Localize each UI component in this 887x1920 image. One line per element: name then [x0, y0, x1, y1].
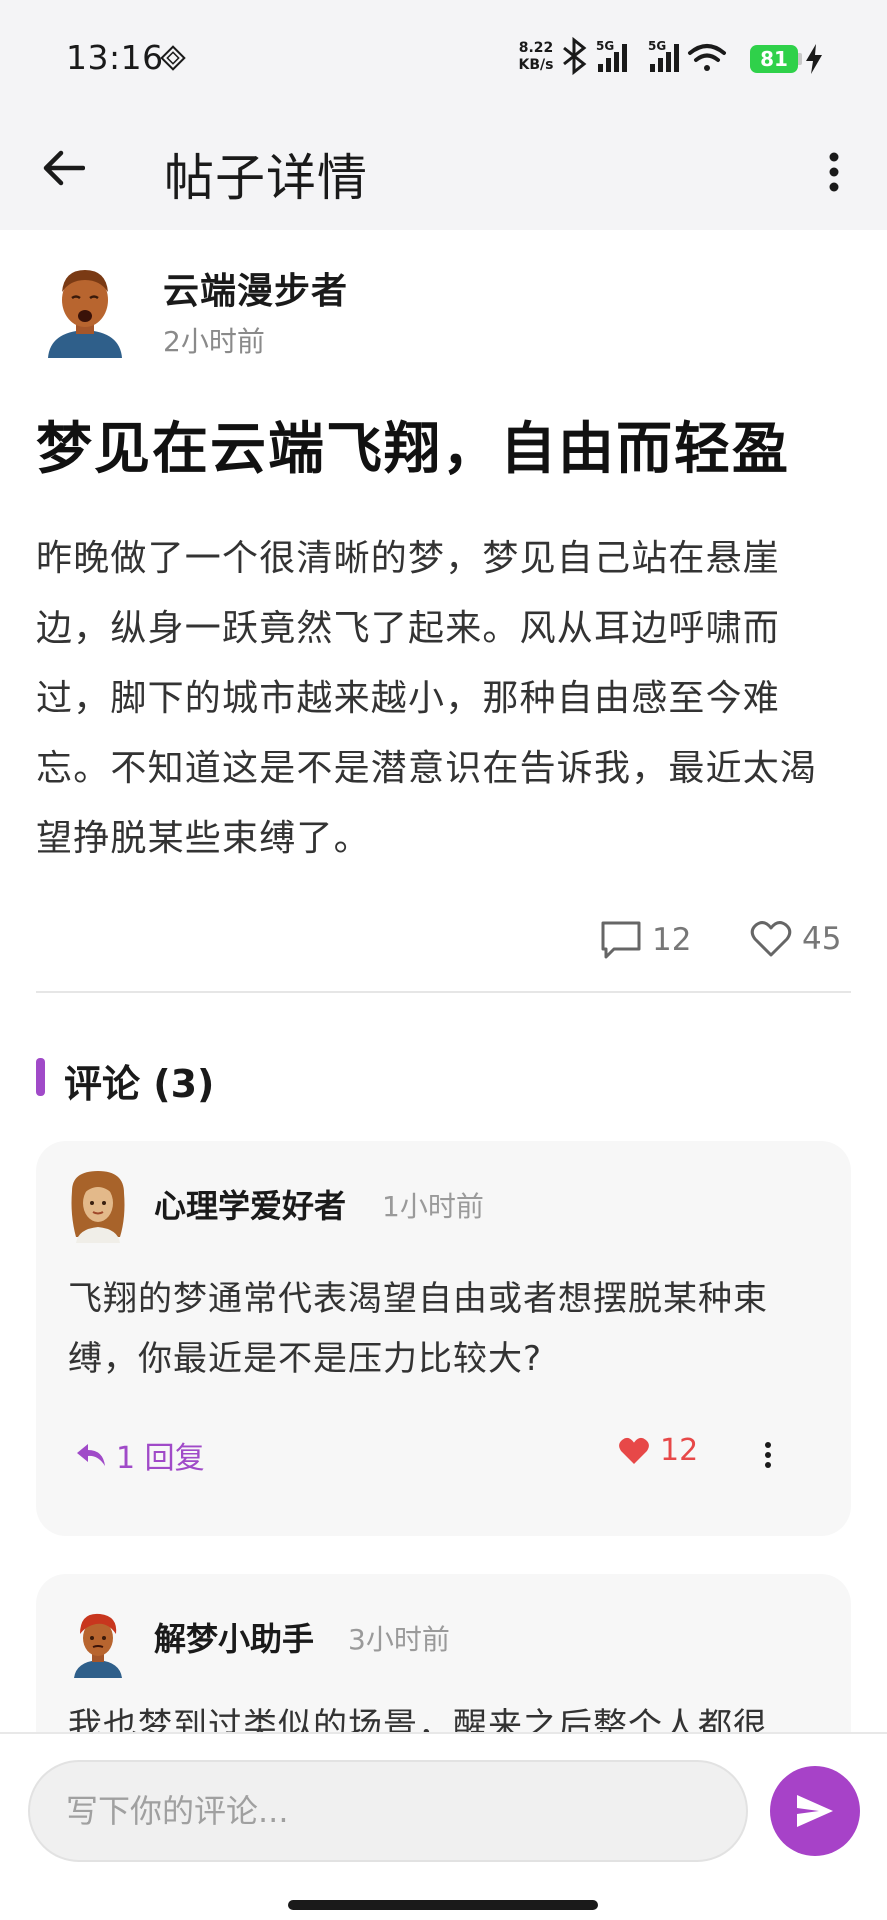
battery-indicator: 81: [750, 45, 798, 73]
network-speed-value: 8.22: [518, 40, 554, 56]
wifi-icon: [688, 44, 726, 71]
like-button[interactable]: 45: [750, 920, 841, 958]
status-time: 13:16: [66, 38, 164, 77]
more-vertical-icon: [765, 1442, 771, 1468]
post-time: 2小时前: [163, 325, 265, 358]
comment-like-count: 12: [660, 1433, 699, 1468]
commenter-name[interactable]: 心理学爱好者: [154, 1181, 346, 1227]
reply-icon: [77, 1444, 105, 1466]
commenter-name[interactable]: 解梦小助手: [154, 1614, 314, 1660]
comment-icon: [601, 921, 641, 959]
post-body: 昨晚做了一个很清晰的梦，梦见自己站在悬崖边，纵身一跃竟然飞了起来。风从耳边呼啸而…: [36, 538, 818, 859]
like-count: 45: [802, 921, 842, 957]
more-vertical-icon: [829, 152, 839, 192]
author-name[interactable]: 云端漫步者: [163, 262, 348, 314]
send-button[interactable]: [770, 1766, 860, 1856]
heart-filled-icon: [619, 1437, 649, 1464]
comment-like-button[interactable]: 12: [618, 1433, 698, 1468]
back-button[interactable]: [36, 140, 92, 196]
battery-tip: [798, 53, 802, 65]
charging-icon: [806, 44, 822, 74]
comment-count-button[interactable]: 12: [600, 920, 691, 960]
bluetooth-icon: [563, 36, 587, 76]
author-avatar[interactable]: [40, 262, 130, 358]
divider: [36, 991, 851, 993]
comment-text: 飞翔的梦通常代表渴望自由或者想摆脱某种束缚，你最近是不是压力比较大?: [68, 1279, 768, 1379]
commenter-avatar[interactable]: [66, 1171, 130, 1243]
signal-2-label: 5G: [648, 39, 666, 53]
comment-count: 12: [652, 922, 692, 958]
heart-outline-icon: [750, 921, 792, 957]
network-speed: 8.22 KB/s: [516, 40, 556, 74]
home-indicator[interactable]: [288, 1900, 598, 1910]
app-bar: 帖子详情: [0, 112, 887, 230]
reply-count-label: 1 回复: [116, 1441, 205, 1476]
battery-level: 81: [760, 47, 788, 71]
comment-card: 心理学爱好者 1小时前 飞翔的梦通常代表渴望自由或者想摆脱某种束缚，你最近是不是…: [36, 1141, 851, 1536]
notification-diamond-icon: [160, 45, 186, 71]
comment-input-bar: [0, 1732, 887, 1920]
section-accent-bar: [36, 1058, 45, 1096]
signal-1-label: 5G: [596, 39, 614, 53]
page-title: 帖子详情: [164, 149, 368, 207]
comment-more-button[interactable]: [756, 1431, 780, 1479]
reply-button[interactable]: 1 回复: [76, 1433, 205, 1477]
commenter-avatar[interactable]: [66, 1606, 130, 1678]
status-bar: 13:16 8.22 KB/s 5G 5G 81: [0, 0, 887, 112]
back-arrow-icon: [43, 150, 85, 186]
send-icon: [797, 1795, 833, 1827]
more-options-button[interactable]: [812, 144, 856, 200]
comment-time: 3小时前: [348, 1623, 450, 1656]
comment-input[interactable]: [28, 1760, 748, 1862]
network-speed-unit: KB/s: [518, 57, 554, 73]
status-icons: 5G 5G: [563, 36, 726, 76]
post-title: 梦见在云端飞翔，自由而轻盈: [36, 417, 790, 482]
comments-section-title: 评论 (3): [64, 1062, 215, 1106]
comment-time: 1小时前: [382, 1190, 484, 1223]
post-detail-screen: 13:16 8.22 KB/s 5G 5G 81 帖子详情 云端漫步者 2小时前…: [0, 0, 887, 1920]
